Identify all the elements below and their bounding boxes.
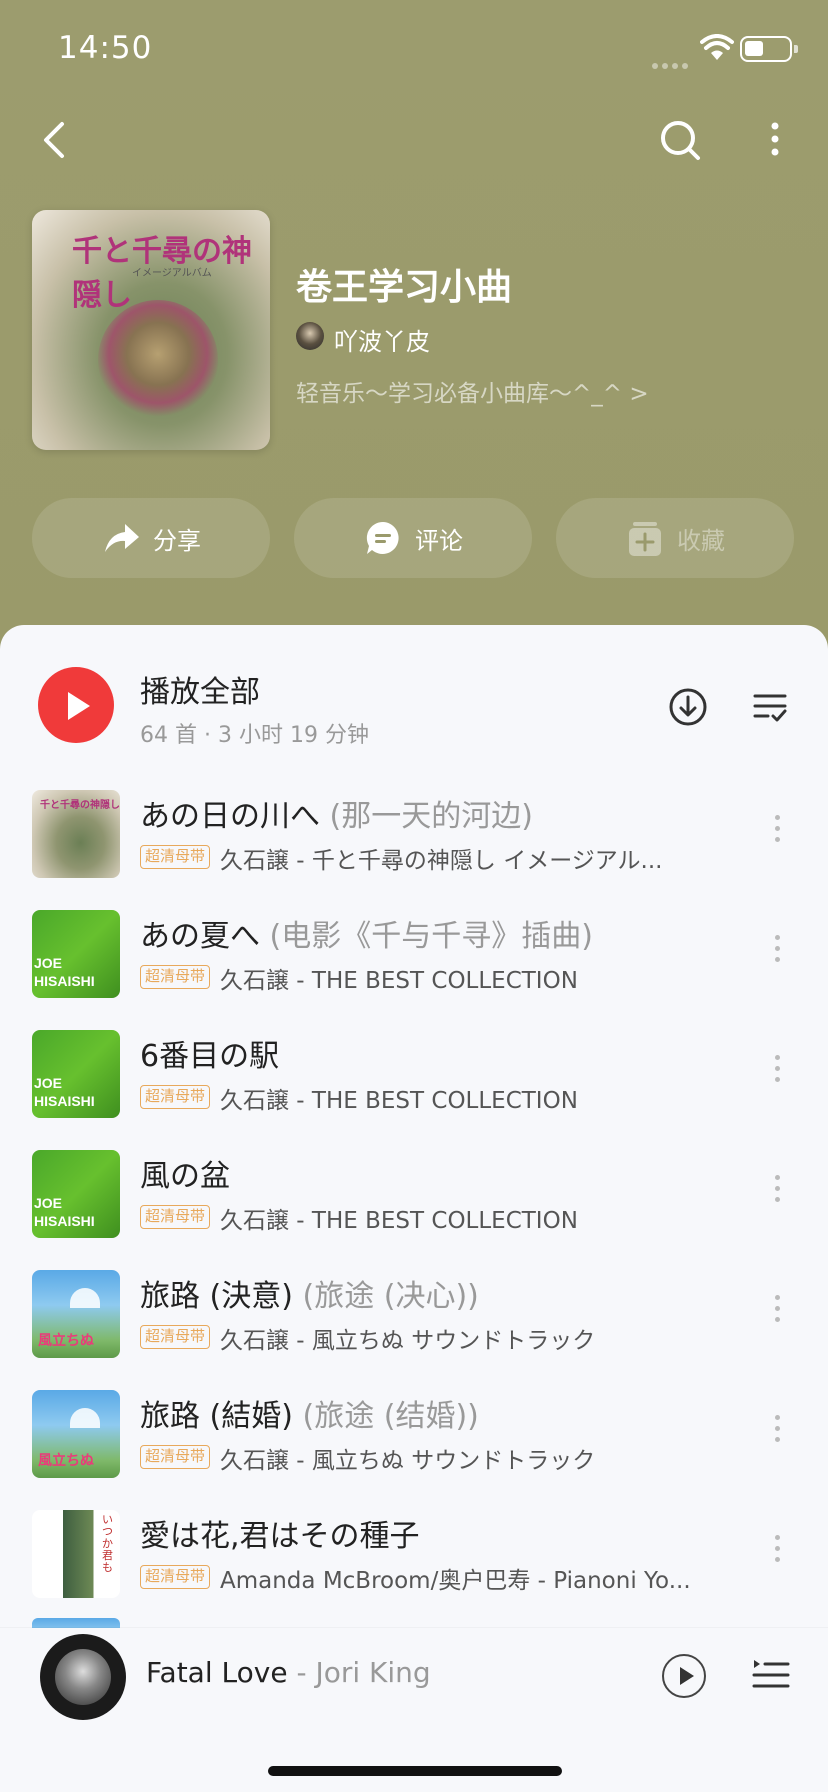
search-icon[interactable] <box>656 114 704 164</box>
quality-badge: 超清母带 <box>140 965 211 989</box>
song-title: あの夏へ (电影《千与千寻》插曲) <box>140 919 593 954</box>
song-subtitle: Amanda McBroom/奥户巴寿 - Pianoni Yo... <box>220 1568 691 1594</box>
song-more-icon[interactable] <box>772 1055 782 1091</box>
comment-button[interactable]: 评论 <box>294 498 532 578</box>
song-cover: 風立ちぬ <box>32 1390 120 1478</box>
song-subtitle: 久石譲 - THE BEST COLLECTION <box>220 968 578 994</box>
song-row[interactable]: いつか君も 愛は花,君はその種子 超清母带 Amanda McBroom/奥户巴… <box>0 1495 828 1615</box>
share-label: 分享 <box>153 526 201 555</box>
cover-subtitle: イメージアルバム <box>132 268 212 279</box>
song-more-icon[interactable] <box>772 1415 782 1451</box>
collect-label: 收藏 <box>677 526 725 555</box>
download-icon[interactable] <box>668 687 708 727</box>
play-all-label[interactable]: 播放全部 <box>140 667 260 711</box>
quality-badge: 超清母带 <box>140 1085 211 1109</box>
now-playing-title[interactable]: Fatal Love - Jori King <box>146 1656 431 1689</box>
song-more-icon[interactable] <box>772 1535 782 1571</box>
home-indicator <box>268 1766 562 1776</box>
author-avatar[interactable] <box>296 322 324 350</box>
song-title: 愛は花,君はその種子 <box>140 1519 420 1554</box>
collect-add-icon <box>629 522 661 556</box>
song-subtitle: 久石譲 - THE BEST COLLECTION <box>220 1088 578 1114</box>
song-cover: JOE HISAISHI <box>32 1030 120 1118</box>
song-cover: JOE HISAISHI <box>32 910 120 998</box>
play-icon[interactable] <box>662 1654 706 1698</box>
song-title: 旅路 (決意) (旅途 (决心)) <box>140 1279 479 1314</box>
share-icon <box>105 524 139 552</box>
song-more-icon[interactable] <box>772 1175 782 1211</box>
song-more-icon[interactable] <box>772 815 782 851</box>
cellular-signal-icon <box>652 54 692 69</box>
song-subtitle: 久石譲 - 風立ちぬ サウンドトラック <box>220 1328 596 1354</box>
comment-icon <box>366 521 399 554</box>
quality-badge: 超清母带 <box>140 1325 211 1349</box>
quality-badge: 超清母带 <box>140 1205 211 1229</box>
song-row[interactable]: JOE HISAISHI あの夏へ (电影《千与千寻》插曲) 超清母带 久石譲 … <box>0 895 828 1015</box>
share-button[interactable]: 分享 <box>32 498 270 578</box>
song-subtitle: 久石譲 - 風立ちぬ サウンドトラック <box>220 1448 596 1474</box>
playlist-description[interactable]: 轻音乐～学习必备小曲库～^_^ > <box>296 374 649 408</box>
song-title: 旅路 (結婚) (旅途 (结婚)) <box>140 1399 479 1434</box>
song-row[interactable]: あの日の川へ (那一天的河边) 超清母带 久石譲 - 千と千尋の神隠し イメージ… <box>0 775 828 895</box>
song-row[interactable]: 風立ちぬ 旅路 (決意) (旅途 (决心)) 超清母带 久石譲 - 風立ちぬ サ… <box>0 1255 828 1375</box>
wifi-icon <box>700 34 734 60</box>
quality-badge: 超清母带 <box>140 845 211 869</box>
song-cover: いつか君も <box>32 1510 120 1598</box>
song-cover: JOE HISAISHI <box>32 1150 120 1238</box>
status-time: 14:50 <box>58 30 153 66</box>
quality-badge: 超清母带 <box>140 1565 211 1589</box>
comment-label: 评论 <box>415 526 463 555</box>
song-more-icon[interactable] <box>772 935 782 971</box>
battery-icon <box>740 36 798 62</box>
song-row[interactable]: JOE HISAISHI 6番目の駅 超清母带 久石譲 - THE BEST C… <box>0 1015 828 1135</box>
song-row[interactable]: JOE HISAISHI 風の盆 超清母带 久石譲 - THE BEST COL… <box>0 1135 828 1255</box>
now-playing-disc[interactable] <box>40 1634 126 1720</box>
play-all-button[interactable] <box>38 667 114 743</box>
song-list-card: 播放全部 64 首 · 3 小时 19 分钟 あの日の川へ (那一天的河边) 超… <box>0 625 828 1792</box>
play-all-meta: 64 首 · 3 小时 19 分钟 <box>140 723 369 748</box>
playlist-title: 卷王学习小曲 <box>296 267 513 308</box>
multi-select-icon[interactable] <box>752 691 788 725</box>
song-cover: 風立ちぬ <box>32 1270 120 1358</box>
song-cover <box>32 790 120 878</box>
song-more-icon[interactable] <box>772 1295 782 1331</box>
back-button[interactable] <box>34 114 74 166</box>
song-title: あの日の川へ (那一天的河边) <box>140 799 533 834</box>
song-subtitle: 久石譲 - THE BEST COLLECTION <box>220 1208 578 1234</box>
playlist-cover[interactable]: 千と千尋の神隠し イメージアルバム <box>32 210 270 450</box>
playlist-queue-icon[interactable] <box>752 1656 790 1692</box>
song-title: 6番目の駅 <box>140 1039 280 1074</box>
song-row[interactable]: 風立ちぬ 旅路 (結婚) (旅途 (结婚)) 超清母带 久石譲 - 風立ちぬ サ… <box>0 1375 828 1495</box>
playlist-author[interactable]: 吖波丫皮 <box>334 322 430 357</box>
status-bar: 14:50 <box>0 0 828 100</box>
more-vertical-icon[interactable] <box>760 114 790 164</box>
quality-badge: 超清母带 <box>140 1445 211 1469</box>
cover-illustration <box>98 300 218 420</box>
song-title: 風の盆 <box>140 1159 230 1194</box>
collect-button[interactable]: 收藏 <box>556 498 794 578</box>
song-subtitle: 久石譲 - 千と千尋の神隠し イメージアル... <box>220 848 663 874</box>
